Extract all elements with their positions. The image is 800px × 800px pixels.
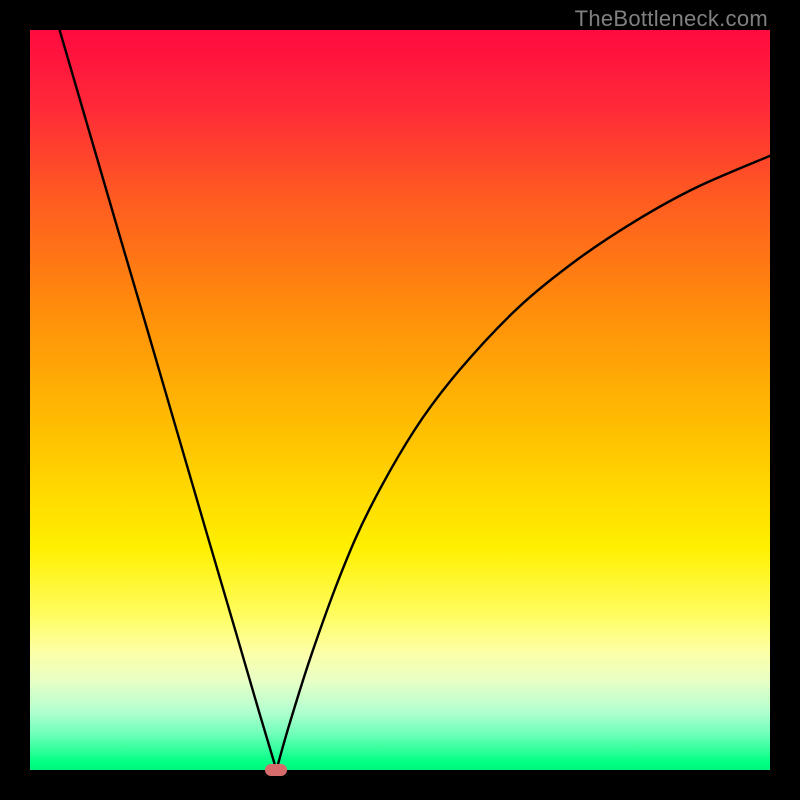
watermark-text: TheBottleneck.com [575, 6, 768, 32]
chart-frame: TheBottleneck.com [0, 0, 800, 800]
bottleneck-curve [30, 30, 770, 770]
plot-area [30, 30, 770, 770]
minimum-marker [265, 764, 287, 776]
